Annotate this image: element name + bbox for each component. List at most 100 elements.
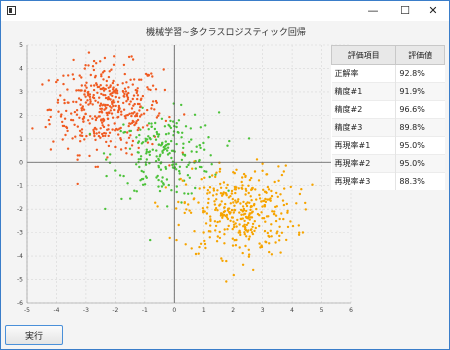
data-point	[126, 182, 129, 185]
data-point	[265, 173, 269, 176]
data-point	[223, 233, 226, 236]
data-point	[131, 83, 134, 86]
data-point	[139, 155, 143, 158]
data-point	[123, 87, 127, 90]
data-point	[205, 212, 209, 215]
data-point	[221, 259, 224, 262]
data-point	[222, 181, 226, 184]
data-point	[219, 186, 223, 189]
data-point	[63, 101, 66, 105]
data-point	[79, 103, 82, 106]
data-point	[195, 145, 198, 148]
metric-name: 再現率#1	[331, 136, 397, 155]
table-row[interactable]: 再現率#1 95.0%	[331, 136, 445, 155]
y-tick-label: -1	[17, 183, 23, 190]
data-point	[233, 209, 237, 212]
data-point	[182, 146, 185, 150]
data-point	[238, 231, 242, 234]
data-point	[251, 232, 255, 236]
data-point	[105, 174, 108, 178]
data-point	[130, 114, 133, 118]
data-point	[142, 170, 145, 174]
data-point	[138, 78, 141, 81]
data-point	[200, 165, 203, 169]
table-header-value[interactable]: 評価値	[395, 45, 445, 65]
data-point	[137, 140, 141, 143]
data-point	[183, 192, 186, 195]
run-button[interactable]: 実行	[5, 325, 63, 345]
table-row[interactable]: 精度#2 96.6%	[331, 100, 445, 119]
data-point	[206, 206, 209, 209]
data-point	[248, 201, 251, 204]
data-point	[83, 93, 86, 96]
data-point	[150, 107, 153, 110]
table-row[interactable]: 正解率 92.8%	[331, 64, 445, 83]
data-point	[238, 246, 241, 249]
data-point	[280, 231, 284, 234]
data-point	[253, 229, 256, 233]
data-point	[87, 64, 90, 67]
data-point	[216, 209, 219, 212]
table-row[interactable]: 再現率#3 88.3%	[331, 172, 445, 190]
data-point	[274, 214, 278, 217]
x-tick-label: 1	[202, 307, 206, 314]
data-point	[261, 205, 264, 208]
data-point	[231, 237, 234, 240]
close-button[interactable]: ✕	[415, 1, 450, 21]
data-point	[266, 185, 270, 189]
minimize-button[interactable]: —	[355, 1, 391, 21]
table-row[interactable]: 精度#3 89.8%	[331, 118, 445, 137]
data-point	[103, 131, 106, 135]
data-point	[112, 63, 116, 66]
data-point	[88, 132, 92, 136]
data-point	[189, 127, 192, 130]
data-point	[157, 158, 160, 162]
data-point	[65, 109, 68, 113]
data-point	[188, 176, 191, 179]
data-point	[239, 217, 242, 221]
data-point	[175, 238, 178, 242]
table-row[interactable]: 再現率#2 95.0%	[331, 154, 445, 173]
data-point	[251, 222, 255, 226]
data-point	[89, 84, 93, 87]
data-point	[75, 100, 78, 104]
data-point	[237, 198, 240, 201]
data-point	[122, 63, 126, 67]
data-point	[253, 202, 256, 206]
data-point	[100, 111, 104, 114]
metric-value: 92.8%	[395, 64, 445, 83]
y-tick-label: 5	[19, 42, 23, 49]
data-point	[297, 224, 300, 227]
table-header-metric[interactable]: 評価項目	[330, 45, 397, 65]
data-point	[75, 89, 78, 92]
data-point	[208, 186, 212, 189]
data-point	[75, 109, 79, 112]
data-point	[140, 97, 143, 100]
data-point	[244, 193, 247, 196]
data-point	[134, 88, 137, 92]
data-point	[236, 218, 239, 222]
data-point	[123, 115, 127, 118]
data-point	[270, 253, 274, 256]
data-point	[207, 136, 210, 139]
data-point	[89, 100, 92, 103]
data-point	[285, 202, 288, 206]
data-point	[214, 207, 218, 210]
table-row[interactable]: 精度#1 91.9%	[331, 82, 445, 101]
data-point	[139, 179, 142, 182]
data-point	[203, 242, 207, 246]
data-point	[130, 153, 133, 156]
data-point	[133, 111, 136, 114]
data-point	[131, 139, 135, 143]
data-point	[247, 255, 251, 258]
data-point	[257, 179, 261, 182]
data-point	[81, 134, 84, 138]
data-point	[180, 158, 184, 162]
data-point	[66, 147, 70, 150]
data-point	[102, 78, 105, 81]
data-point	[63, 117, 67, 120]
data-point	[255, 198, 258, 201]
data-point	[71, 73, 74, 76]
data-point	[108, 161, 112, 164]
data-point	[157, 185, 160, 188]
